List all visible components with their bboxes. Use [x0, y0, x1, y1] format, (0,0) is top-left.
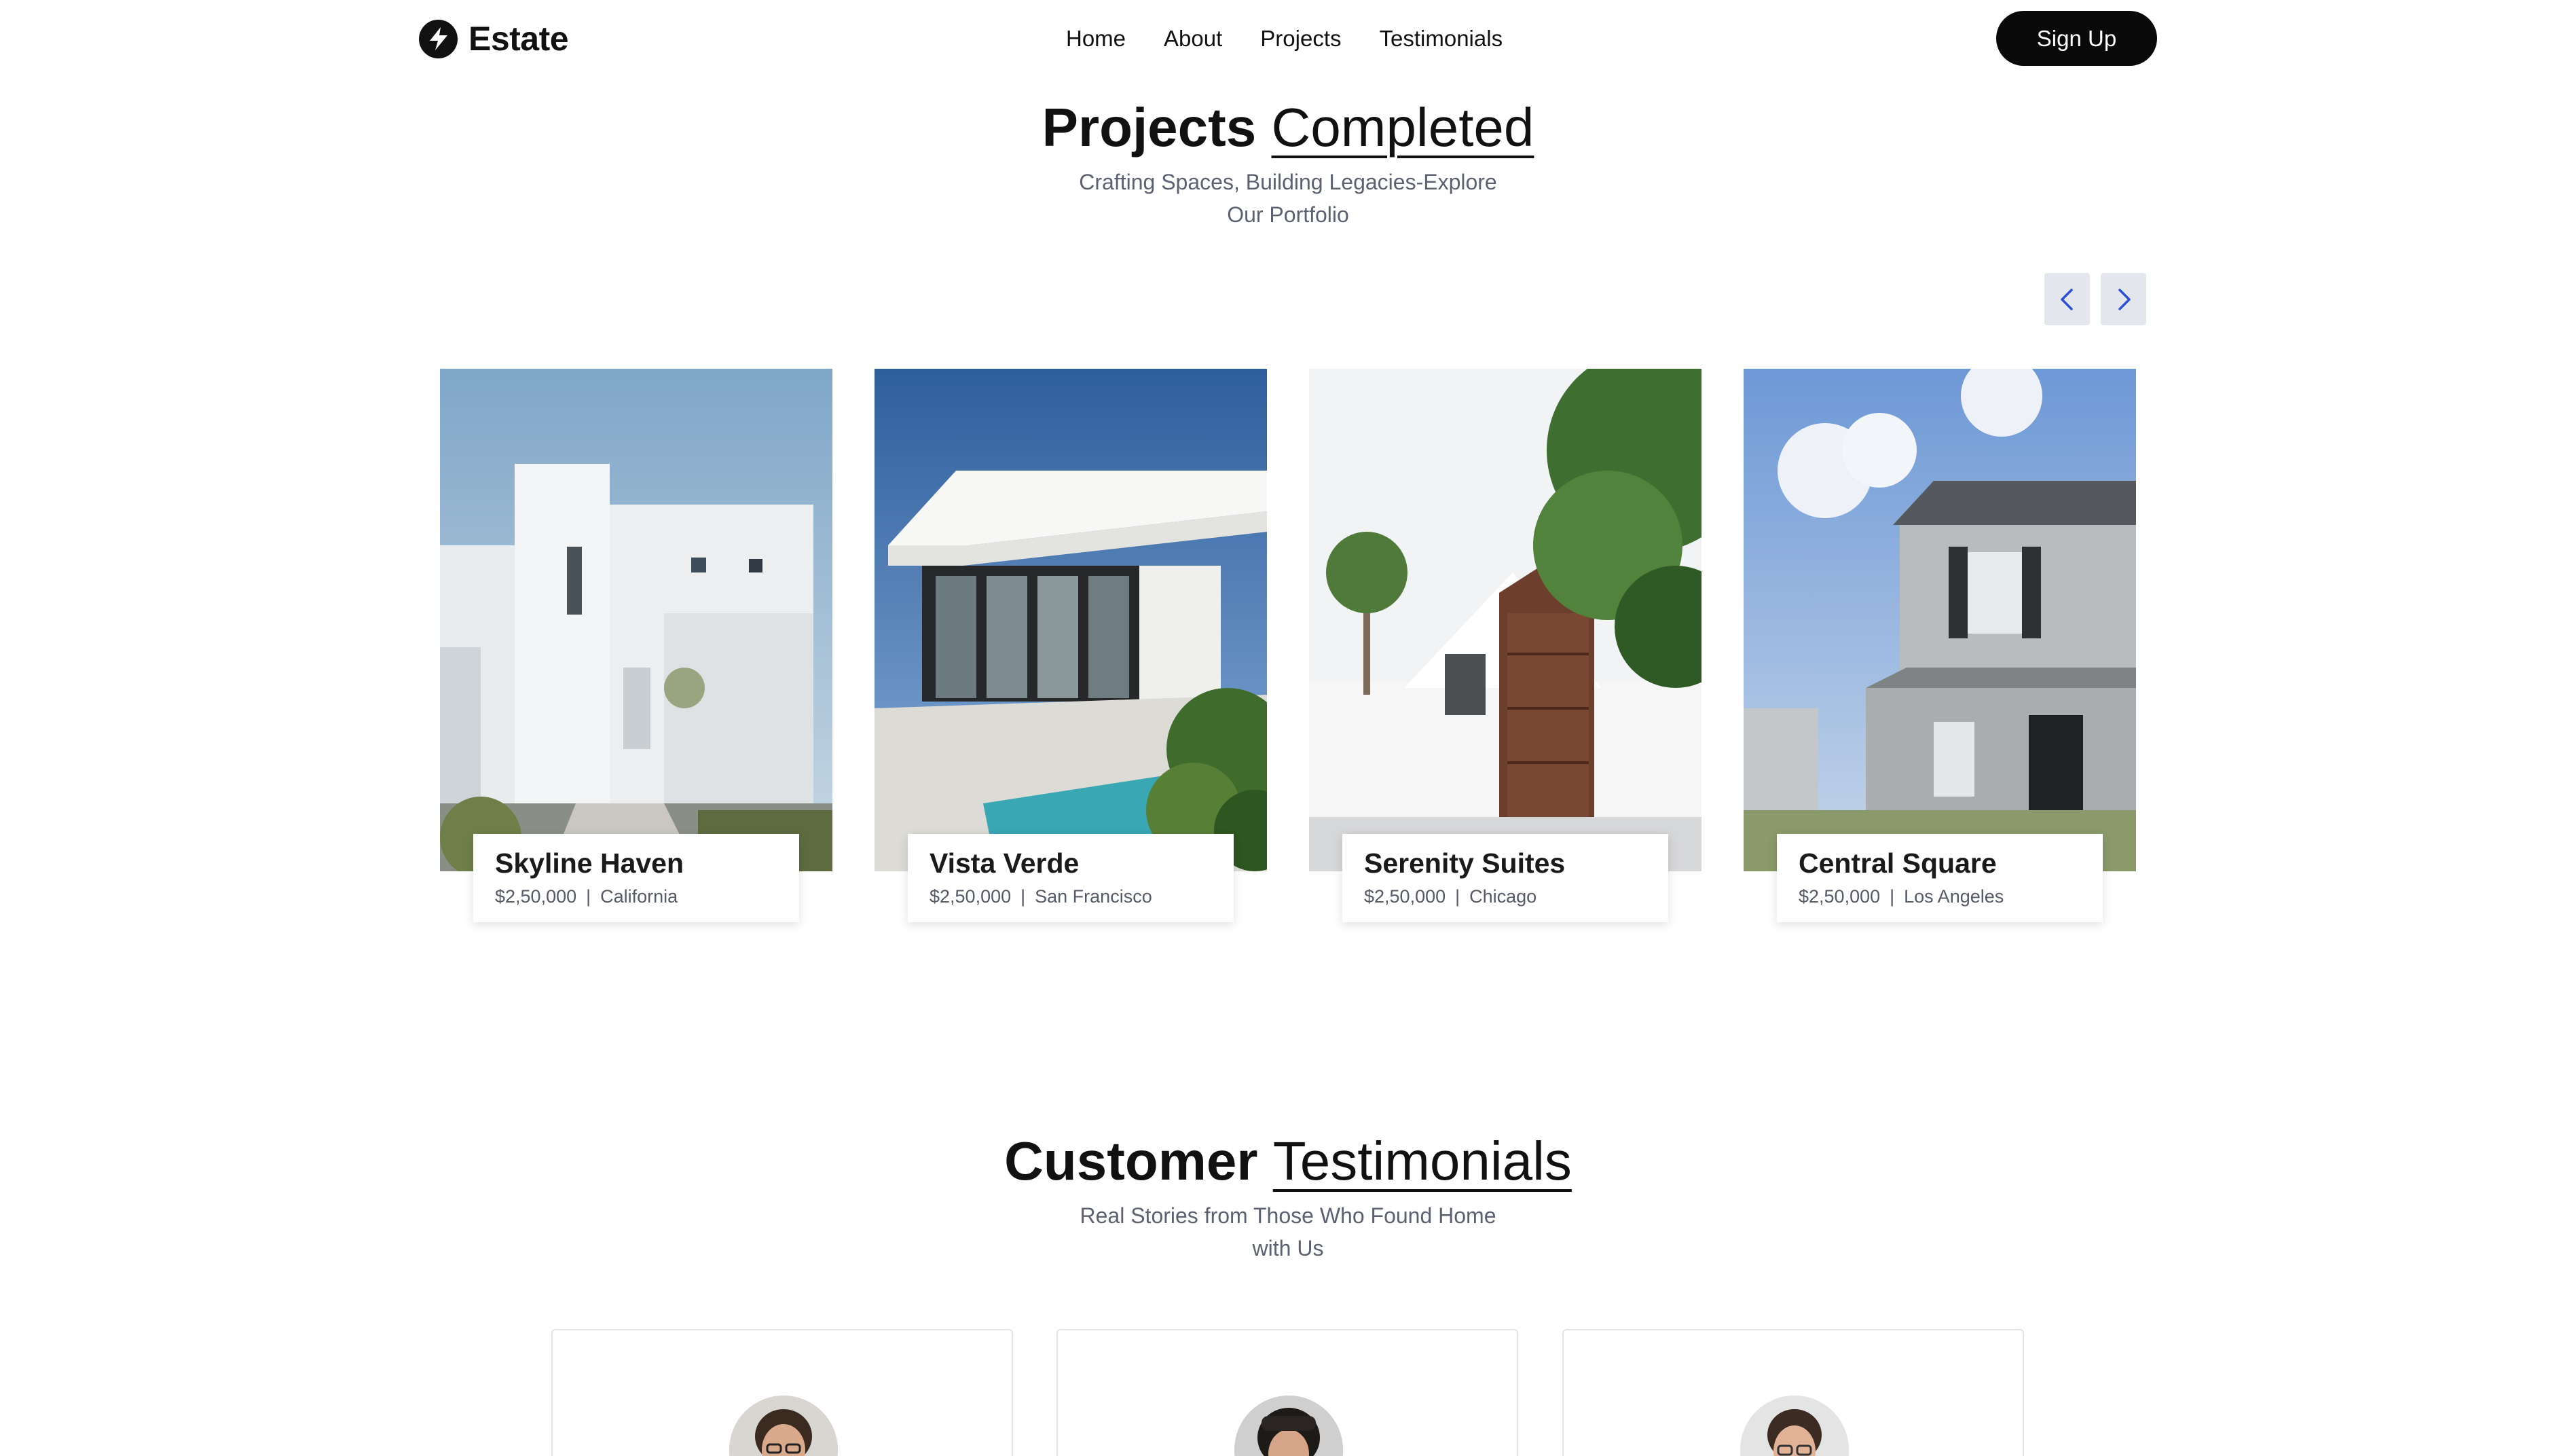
testimonials-subtitle-line2: with Us [1252, 1236, 1324, 1260]
project-location: California [600, 886, 678, 907]
projects-subtitle-line1: Crafting Spaces, Building Legacies-Explo… [1079, 170, 1497, 194]
project-name: Serenity Suites [1364, 848, 1566, 879]
brand-name: Estate [468, 20, 569, 58]
project-meta: $2,50,000 | California [495, 886, 777, 907]
project-meta: $2,50,000 | Los Angeles [1799, 886, 2081, 907]
project-card[interactable]: Skyline Haven $2,50,000 | California [440, 369, 832, 922]
project-name: Skyline Haven [495, 848, 684, 879]
meta-separator: | [1020, 886, 1026, 907]
nav-about[interactable]: About [1164, 26, 1222, 52]
projects-heading: Projects Completed [0, 96, 2576, 159]
main-menu: Home About Projects Testimonials [1066, 26, 1503, 52]
project-info: Vista Verde $2,50,000 | San Francisco [908, 834, 1234, 922]
project-meta: $2,50,000 | Chicago [1364, 886, 1646, 907]
testimonial-card [551, 1329, 1013, 1456]
project-name: Vista Verde [930, 848, 1080, 879]
meta-separator: | [1890, 886, 1895, 907]
chevron-right-icon [2118, 288, 2131, 310]
chevron-left-icon [2060, 288, 2073, 310]
project-info: Serenity Suites $2,50,000 | Chicago [1342, 834, 1668, 922]
testimonials-heading-strong: Customer [1004, 1131, 1258, 1191]
testimonial-card [1562, 1329, 2024, 1456]
avatar [729, 1396, 838, 1456]
project-info: Central Square $2,50,000 | Los Angeles [1777, 834, 2103, 922]
testimonial-card [1056, 1329, 1518, 1456]
nav-projects[interactable]: Projects [1260, 26, 1341, 52]
testimonials-heading-light: Testimonials [1272, 1131, 1572, 1191]
project-location: Los Angeles [1904, 886, 2004, 907]
projects-heading-light: Completed [1271, 97, 1534, 158]
project-meta: $2,50,000 | San Francisco [930, 886, 1212, 907]
project-price: $2,50,000 [930, 886, 1012, 907]
project-info: Skyline Haven $2,50,000 | California [473, 834, 799, 922]
avatar [1740, 1396, 1849, 1456]
project-photo [1309, 369, 1701, 871]
testimonials-subtitle: Real Stories from Those Who Found Home w… [1052, 1199, 1524, 1264]
project-price: $2,50,000 [495, 886, 577, 907]
carousel-next-button[interactable] [2101, 273, 2146, 325]
nav-testimonials[interactable]: Testimonials [1380, 26, 1503, 52]
projects-heading-strong: Projects [1042, 97, 1257, 158]
project-card[interactable]: Serenity Suites $2,50,000 | Chicago [1309, 369, 1701, 922]
project-photo [440, 369, 832, 871]
lightning-bolt-icon [419, 19, 458, 58]
brand-logo-link[interactable]: Estate [419, 19, 569, 58]
top-navbar: Estate Home About Projects Testimonials … [0, 0, 2576, 76]
project-location: Chicago [1469, 886, 1537, 907]
projects-subtitle: Crafting Spaces, Building Legacies-Explo… [1052, 166, 1524, 231]
nav-home[interactable]: Home [1066, 26, 1126, 52]
project-name: Central Square [1799, 848, 1997, 879]
project-card[interactable]: Vista Verde $2,50,000 | San Francisco [875, 369, 1267, 922]
project-price: $2,50,000 [1799, 886, 1881, 907]
carousel-prev-button[interactable] [2044, 273, 2090, 325]
sign-up-button[interactable]: Sign Up [1996, 11, 2157, 66]
project-location: San Francisco [1035, 886, 1152, 907]
testimonials-subtitle-line1: Real Stories from Those Who Found Home [1080, 1203, 1496, 1228]
avatar [1234, 1396, 1343, 1456]
meta-separator: | [586, 886, 591, 907]
project-photo [875, 369, 1267, 871]
testimonials-heading: Customer Testimonials [0, 1130, 2576, 1193]
project-price: $2,50,000 [1364, 886, 1446, 907]
project-photo [1744, 369, 2136, 871]
meta-separator: | [1455, 886, 1460, 907]
projects-subtitle-line2: Our Portfolio [1227, 202, 1349, 227]
project-card[interactable]: Central Square $2,50,000 | Los Angeles [1744, 369, 2136, 922]
